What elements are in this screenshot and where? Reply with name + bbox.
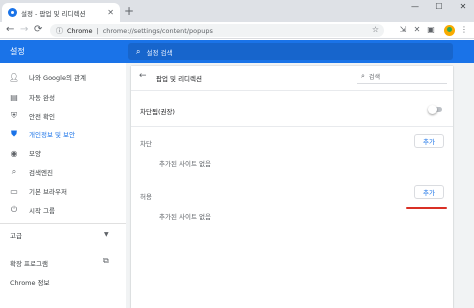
sidebar-item-label: 자동 완성 — [29, 94, 55, 102]
info-icon[interactable]: ⓘ — [56, 26, 63, 36]
sidebar-item-label: 시작 그룹 — [29, 207, 55, 215]
sidebar-item-safety-check[interactable]: ⛨ 안전 확인 — [0, 109, 126, 123]
menu-icon[interactable]: ⋮ — [459, 25, 469, 35]
tab-close-icon[interactable]: ✕ — [107, 8, 114, 17]
omnibox-separator: | — [96, 26, 99, 35]
settings-title: 설정 — [10, 47, 25, 56]
block-add-button[interactable]: 추가 — [414, 134, 444, 148]
bookmark-star-icon[interactable]: ☆ — [372, 25, 379, 34]
sidebar-advanced[interactable]: 고급 — [10, 230, 22, 240]
sidebar-item-label: 나와 Google의 관계 — [29, 74, 86, 82]
extension-icon[interactable]: ✕ — [412, 25, 422, 35]
sidebar-item-appearance[interactable]: ◉ 모양 — [0, 146, 126, 160]
cast-icon[interactable]: ⇲ — [398, 25, 408, 35]
site-search-input[interactable]: ⌕ 검색 — [357, 70, 447, 84]
sidebar-item-label: 안전 확인 — [29, 113, 55, 121]
allow-empty-text: 추가된 사이트 없음 — [159, 213, 211, 221]
forward-button[interactable]: → — [20, 23, 28, 37]
toggle-knob — [428, 105, 437, 114]
sidebar-item-label: 모양 — [29, 150, 41, 158]
open-external-icon[interactable]: ⧉ — [103, 256, 109, 266]
omnibox-url: chrome://settings/content/popups — [102, 26, 213, 35]
settings-search-placeholder: 설정 검색 — [146, 48, 173, 57]
search-icon: ⌕ — [136, 46, 141, 56]
back-arrow-icon[interactable]: ← — [139, 71, 147, 81]
chevron-down-icon[interactable]: ▼ — [104, 231, 109, 238]
title-divider — [131, 90, 453, 91]
browser-toolbar: ← → ⟳ ⓘ Chrome | chrome://settings/conte… — [0, 22, 474, 39]
browser-tab[interactable]: 설정 - 팝업 및 리디렉션 ✕ — [2, 3, 120, 22]
search-icon: ⌕ — [361, 72, 365, 80]
sidebar-extensions[interactable]: 확장 프로그램 — [10, 258, 48, 268]
tab-title: 설정 - 팝업 및 리디렉션 — [21, 9, 86, 18]
clipboard-icon: ▤ — [10, 92, 18, 102]
sidebar-item-default-browser[interactable]: ▭ 기본 브라우저 — [0, 184, 126, 198]
shield-icon: ⛊ — [11, 129, 17, 138]
browser-icon: ▭ — [10, 186, 18, 196]
close-window-button[interactable]: ✕ — [452, 2, 474, 11]
person-icon: 👤︎ — [8, 72, 20, 82]
highlight-underline — [406, 207, 447, 209]
address-bar[interactable]: ⓘ Chrome | chrome://settings/content/pop… — [50, 24, 384, 37]
puzzle-icon[interactable]: ▣ — [426, 25, 436, 35]
back-button[interactable]: ← — [6, 23, 14, 37]
sidebar-item-privacy-security[interactable]: ⛊ 개인정보 및 보안 — [0, 127, 126, 141]
row-divider — [131, 126, 453, 127]
tab-strip: 설정 - 팝업 및 리디렉션 ✕ + — ☐ ✕ — [0, 0, 474, 22]
sidebar-item-label: 검색엔진 — [29, 169, 53, 177]
settings-favicon-icon — [8, 8, 17, 17]
allow-add-button[interactable]: 추가 — [414, 185, 444, 199]
omnibox-site: Chrome — [67, 26, 93, 35]
sidebar-item-search-engine[interactable]: ⌕ 검색엔진 — [0, 165, 126, 179]
sidebar-item-on-startup[interactable]: ⏻ 시작 그룹 — [0, 203, 126, 217]
sidebar-about-chrome[interactable]: Chrome 정보 — [10, 277, 50, 287]
search-icon: ⌕ — [11, 167, 17, 176]
sidebar-item-you-and-google[interactable]: 👤︎ 나와 Google의 관계 — [0, 70, 126, 84]
profile-avatar[interactable] — [444, 25, 455, 36]
page-title: 팝업 및 리디렉션 — [156, 75, 202, 83]
palette-icon: ◉ — [10, 148, 18, 158]
sidebar-item-label: 기본 브라우저 — [29, 188, 67, 196]
allow-section-label: 허용 — [140, 193, 152, 201]
settings-search-input[interactable]: ⌕ 설정 검색 — [128, 43, 453, 60]
site-search-placeholder: 검색 — [368, 74, 380, 81]
sidebar-divider — [0, 223, 126, 224]
settings-sidebar: 👤︎ 나와 Google의 관계 ▤ 자동 완성 ⛨ 안전 확인 ⛊ 개인정보 … — [0, 63, 126, 308]
sidebar-item-label: 개인정보 및 보안 — [29, 131, 75, 139]
popups-settings-card — [131, 66, 453, 308]
shield-check-icon: ⛨ — [11, 111, 17, 120]
block-empty-text: 추가된 사이트 없음 — [159, 160, 211, 168]
blocked-toggle[interactable] — [428, 105, 443, 114]
minimize-button[interactable]: — — [404, 2, 426, 11]
blocked-toggle-label: 차단됨(권장) — [140, 108, 175, 116]
maximize-button[interactable]: ☐ — [428, 2, 450, 11]
power-icon: ⏻ — [10, 205, 18, 214]
block-section-label: 차단 — [140, 140, 152, 148]
new-tab-button[interactable]: + — [124, 4, 134, 18]
reload-button[interactable]: ⟳ — [34, 23, 42, 37]
sidebar-item-autofill[interactable]: ▤ 자동 완성 — [0, 90, 126, 104]
settings-header: 설정 ⌕ 설정 검색 — [0, 40, 474, 63]
